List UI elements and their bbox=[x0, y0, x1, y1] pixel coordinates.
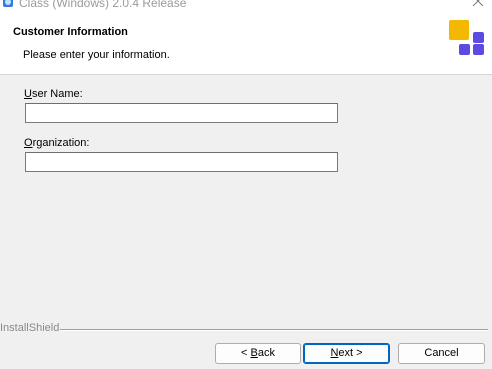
next-button[interactable]: Next > bbox=[303, 343, 390, 364]
user-name-label-text: ser Name: bbox=[31, 88, 83, 100]
user-name-input[interactable] bbox=[25, 103, 338, 123]
back-button-prefix: < bbox=[241, 347, 251, 359]
installshield-brand: InstallShield bbox=[0, 322, 60, 334]
user-name-label: User Name: bbox=[24, 88, 83, 101]
installer-app-icon bbox=[3, 0, 13, 7]
app-logo-icon bbox=[449, 20, 484, 55]
organization-label-text: rganization: bbox=[32, 137, 90, 149]
organization-label-accel: O bbox=[24, 137, 33, 149]
installer-window: Class (Windows) 2.0.4 Release Customer I… bbox=[0, 0, 492, 369]
title-bar: Class (Windows) 2.0.4 Release bbox=[0, 0, 492, 14]
next-button-text: ext > bbox=[338, 347, 363, 359]
cancel-button[interactable]: Cancel bbox=[398, 343, 485, 364]
back-button-accel: B bbox=[250, 347, 258, 359]
close-icon[interactable] bbox=[468, 0, 488, 12]
user-name-label-accel: U bbox=[24, 88, 32, 100]
footer-divider bbox=[60, 329, 488, 331]
page-subtitle: Please enter your information. bbox=[23, 49, 170, 61]
organization-input[interactable] bbox=[25, 152, 338, 172]
back-button-text: ack bbox=[257, 347, 275, 359]
window-title: Class (Windows) 2.0.4 Release bbox=[19, 0, 187, 10]
back-button[interactable]: < Back bbox=[215, 343, 301, 364]
organization-label: Organization: bbox=[24, 137, 89, 150]
page-title: Customer Information bbox=[13, 26, 128, 38]
header-band: Customer Information Please enter your i… bbox=[0, 14, 492, 75]
